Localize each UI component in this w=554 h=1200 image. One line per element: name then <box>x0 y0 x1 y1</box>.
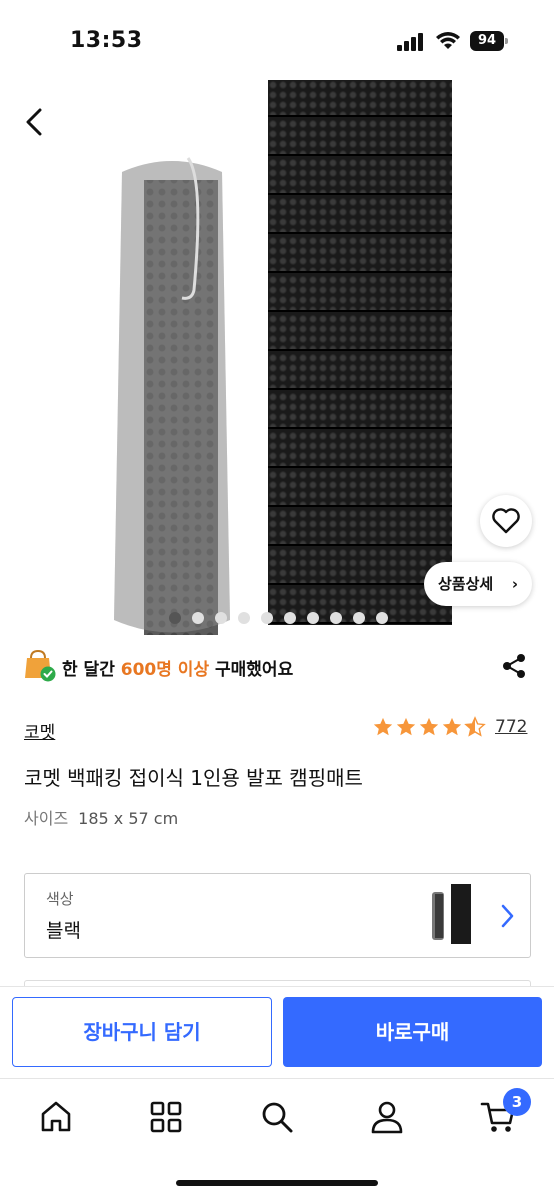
product-detail-button[interactable]: 상품상세 › <box>424 562 532 606</box>
product-mat-image <box>268 80 452 625</box>
size-info: 사이즈 185 x 57 cm <box>24 805 178 829</box>
carousel-dot[interactable] <box>284 612 296 624</box>
brand-link[interactable]: 코멧 <box>24 718 55 743</box>
star-icon <box>373 717 393 736</box>
category-icon[interactable] <box>148 1099 184 1135</box>
star-icon <box>442 717 462 736</box>
carousel-dot[interactable] <box>261 612 273 624</box>
carousel-dot[interactable] <box>307 612 319 624</box>
size-value: 185 x 57 cm <box>78 809 179 828</box>
carousel-dot[interactable] <box>330 612 342 624</box>
product-title: 코멧 백패킹 접이식 1인용 발포 캠핑매트 <box>24 766 363 790</box>
cart-count-badge: 3 <box>503 1088 531 1116</box>
my-page-icon[interactable] <box>369 1099 405 1135</box>
cellular-signal-icon <box>397 33 423 51</box>
purchase-count-row: 한 달간 600명 이상 구매했어요 <box>24 646 530 686</box>
option-value: 블랙 <box>46 920 81 942</box>
rating-summary[interactable]: 772 <box>372 716 527 738</box>
home-indicator <box>176 1180 378 1186</box>
review-count-link[interactable]: 772 <box>495 717 527 737</box>
search-icon[interactable] <box>259 1099 295 1135</box>
buy-now-button[interactable]: 바로구매 <box>283 997 542 1067</box>
carousel-dot[interactable] <box>353 612 365 624</box>
share-icon[interactable] <box>500 652 528 680</box>
star-icon <box>419 717 439 736</box>
carousel-dot[interactable] <box>169 612 181 624</box>
status-bar: 13:53 94 <box>0 0 554 80</box>
chevron-right-icon: › <box>511 575 518 593</box>
product-image-carousel[interactable]: 상품상세 › <box>0 80 554 635</box>
purchase-count-highlight: 600명 이상 <box>120 660 210 680</box>
battery-level: 94 <box>470 31 504 51</box>
carousel-dot[interactable] <box>215 612 227 624</box>
product-detail-label: 상품상세 <box>438 575 494 593</box>
carousel-dot[interactable] <box>376 612 388 624</box>
home-icon[interactable] <box>38 1099 74 1135</box>
size-label: 사이즈 <box>24 809 69 828</box>
carousel-dot[interactable] <box>238 612 250 624</box>
add-to-cart-button[interactable]: 장바구니 담기 <box>12 997 272 1067</box>
chevron-right-icon <box>501 904 514 928</box>
purchase-count-text: 한 달간 600명 이상 구매했어요 <box>62 660 294 680</box>
status-time: 13:53 <box>70 28 143 53</box>
carousel-pagination <box>169 612 388 624</box>
purchase-action-bar: 장바구니 담기 바로구매 <box>0 986 554 1078</box>
heart-icon <box>492 508 520 534</box>
wishlist-button[interactable] <box>480 495 532 547</box>
product-stuff-sack-image <box>114 157 230 635</box>
star-icon <box>396 717 416 736</box>
wifi-icon <box>436 32 460 49</box>
option-thumbnail <box>432 884 471 944</box>
star-half-icon <box>464 716 486 737</box>
shopping-bag-check-icon <box>25 649 56 682</box>
option-label: 색상 <box>46 890 74 908</box>
color-option-selector[interactable]: 색상 블랙 <box>24 873 531 958</box>
battery-icon: 94 <box>470 31 508 51</box>
back-arrow-icon[interactable] <box>18 104 50 140</box>
carousel-dot[interactable] <box>192 612 204 624</box>
